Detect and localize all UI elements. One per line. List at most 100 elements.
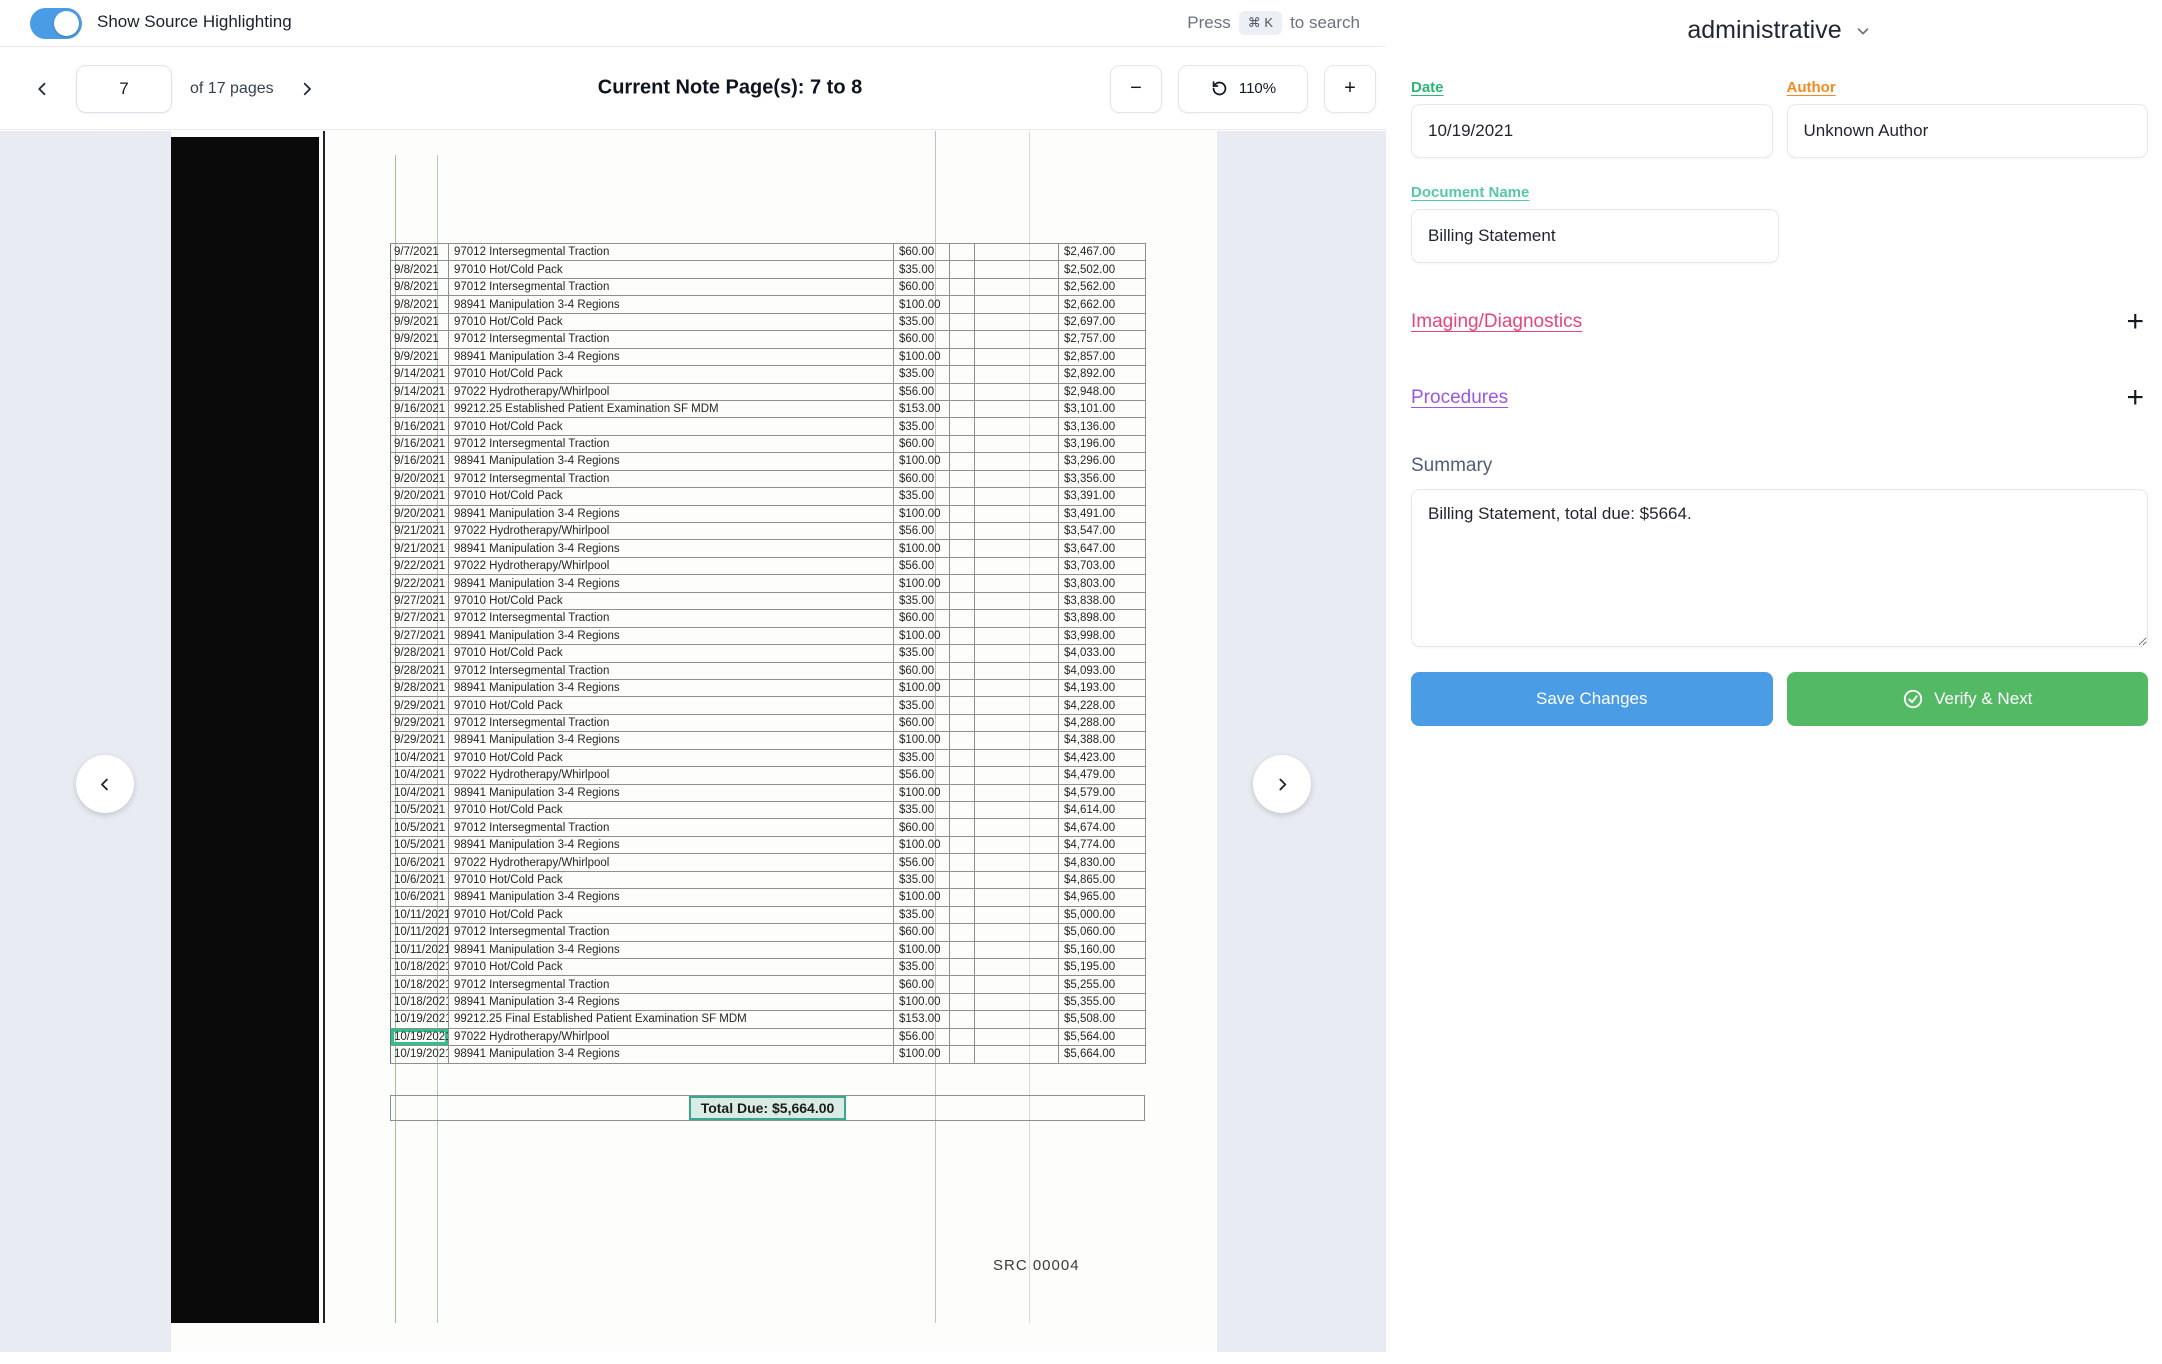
- search-kbd-badge: ⌘ K: [1239, 11, 1282, 35]
- billing-table-row: 9/27/2021 98941 Manipulation 3-4 Regions…: [391, 627, 1146, 644]
- total-due-highlight: Total Due: $5,664.00: [689, 1096, 847, 1120]
- add-procedure-button[interactable]: +: [2122, 383, 2148, 413]
- plus-icon: +: [2126, 305, 2144, 338]
- summary-label: Summary: [1411, 455, 2148, 477]
- author-label: Author: [1787, 79, 2149, 96]
- billing-table-row: 9/14/2021 97010 Hot/Cold Pack $35.00 $2,…: [391, 366, 1146, 383]
- billing-table-row: 10/4/2021 97010 Hot/Cold Pack $35.00 $4,…: [391, 749, 1146, 766]
- document-region: Show Source Highlighting Press ⌘ K to se…: [0, 0, 1386, 1364]
- document-type-dropdown[interactable]: administrative: [1411, 16, 2148, 45]
- billing-table-row: 9/16/2021 97012 Intersegmental Traction …: [391, 435, 1146, 452]
- billing-table-row: 10/5/2021 97010 Hot/Cold Pack $35.00 $4,…: [391, 802, 1146, 819]
- billing-table-row: 10/18/2021 97010 Hot/Cold Pack $35.00 $5…: [391, 958, 1146, 975]
- billing-table-row: 10/19/2021 97022 Hydrotherapy/Whirlpool …: [391, 1028, 1146, 1045]
- action-buttons: Save Changes Verify & Next: [1411, 672, 2148, 726]
- billing-table-row: 10/5/2021 98941 Manipulation 3-4 Regions…: [391, 836, 1146, 853]
- previous-document-button[interactable]: [76, 755, 134, 813]
- billing-table-row: 9/16/2021 99212.25 Established Patient E…: [391, 400, 1146, 417]
- app-root: Show Source Highlighting Press ⌘ K to se…: [0, 0, 2162, 1364]
- total-due-row: Total Due: $5,664.00: [390, 1095, 1145, 1121]
- billing-table-row: 10/6/2021 97010 Hot/Cold Pack $35.00 $4,…: [391, 871, 1146, 888]
- src-stamp: SRC 00004: [993, 1257, 1080, 1274]
- billing-table-row: 9/9/2021 97010 Hot/Cold Pack $35.00 $2,6…: [391, 313, 1146, 330]
- billing-table-row: 9/28/2021 97010 Hot/Cold Pack $35.00 $4,…: [391, 645, 1146, 662]
- zoom-in-button[interactable]: +: [1324, 65, 1376, 113]
- document-viewer: 9/7/2021 97012 Intersegmental Traction $…: [0, 131, 1386, 1352]
- scan-black-edge: [171, 137, 319, 1323]
- source-highlighting-label: Show Source Highlighting: [97, 12, 292, 32]
- billing-table-row: 10/19/2021 98941 Manipulation 3-4 Region…: [391, 1046, 1146, 1063]
- search-hint-prefix: Press: [1187, 13, 1230, 33]
- billing-table-row: 9/21/2021 97022 Hydrotherapy/Whirlpool $…: [391, 523, 1146, 540]
- billing-table-row: 9/22/2021 97022 Hydrotherapy/Whirlpool $…: [391, 557, 1146, 574]
- billing-table-row: 10/18/2021 98941 Manipulation 3-4 Region…: [391, 993, 1146, 1010]
- billing-table-row: 10/11/2021 97010 Hot/Cold Pack $35.00 $5…: [391, 906, 1146, 923]
- procedures-link[interactable]: Procedures: [1411, 387, 1508, 409]
- zoom-level-label: 110%: [1239, 80, 1276, 97]
- next-document-button[interactable]: [1253, 755, 1311, 813]
- document-name-input[interactable]: [1411, 209, 1779, 263]
- verify-next-button[interactable]: Verify & Next: [1787, 672, 2149, 726]
- reset-zoom-icon: [1210, 79, 1229, 98]
- document-name-label: Document Name: [1411, 184, 1779, 201]
- document-name-field-block: Document Name: [1411, 184, 1779, 263]
- zoom-controls: − 110% +: [1110, 47, 1376, 130]
- scan-margin-line: [323, 131, 325, 1323]
- billing-table-row: 10/19/2021 99212.25 Final Established Pa…: [391, 1011, 1146, 1028]
- save-changes-button[interactable]: Save Changes: [1411, 672, 1773, 726]
- page-number-input[interactable]: [76, 65, 172, 113]
- billing-table-row: 9/20/2021 97012 Intersegmental Traction …: [391, 470, 1146, 487]
- page-count-label: of 17 pages: [190, 80, 274, 98]
- billing-table-row: 9/7/2021 97012 Intersegmental Traction $…: [391, 244, 1146, 261]
- search-hint: Press ⌘ K to search: [1187, 11, 1360, 35]
- zoom-out-button[interactable]: −: [1110, 65, 1162, 113]
- billing-table-row: 9/8/2021 97010 Hot/Cold Pack $35.00 $2,5…: [391, 261, 1146, 278]
- page-navigation: of 17 pages: [28, 47, 322, 130]
- billing-table-row: 9/9/2021 98941 Manipulation 3-4 Regions …: [391, 348, 1146, 365]
- viewer-toolbar: of 17 pages Current Note Page(s): 7 to 8…: [0, 47, 1386, 130]
- zoom-reset-button[interactable]: 110%: [1178, 65, 1308, 113]
- billing-table-row: 9/28/2021 98941 Manipulation 3-4 Regions…: [391, 679, 1146, 696]
- chevron-right-icon: [1274, 776, 1291, 793]
- previous-page-button[interactable]: [28, 74, 58, 104]
- billing-table-row: 9/29/2021 97010 Hot/Cold Pack $35.00 $4,…: [391, 697, 1146, 714]
- billing-table-row: 10/6/2021 97022 Hydrotherapy/Whirlpool $…: [391, 854, 1146, 871]
- billing-table-row: 9/8/2021 98941 Manipulation 3-4 Regions …: [391, 296, 1146, 313]
- plus-icon: +: [1344, 77, 1356, 100]
- billing-table-row: 9/22/2021 98941 Manipulation 3-4 Regions…: [391, 575, 1146, 592]
- current-note-pages-title: Current Note Page(s): 7 to 8: [598, 77, 862, 100]
- billing-table-row: 10/11/2021 97012 Intersegmental Traction…: [391, 924, 1146, 941]
- imaging-diagnostics-section: Imaging/Diagnostics +: [1411, 307, 2148, 337]
- summary-textarea[interactable]: Billing Statement, total due: $5664.: [1411, 489, 2148, 647]
- billing-table-row: 9/20/2021 98941 Manipulation 3-4 Regions…: [391, 505, 1146, 522]
- billing-table-row: 9/28/2021 97012 Intersegmental Traction …: [391, 662, 1146, 679]
- next-page-button[interactable]: [292, 74, 322, 104]
- viewer-topbar: Show Source Highlighting Press ⌘ K to se…: [0, 0, 1386, 47]
- billing-table-row: 10/11/2021 98941 Manipulation 3-4 Region…: [391, 941, 1146, 958]
- date-field-block: Date: [1411, 79, 1773, 158]
- billing-table-body: 9/7/2021 97012 Intersegmental Traction $…: [391, 244, 1146, 1064]
- chevron-right-icon: [298, 80, 316, 98]
- chevron-left-icon: [34, 80, 52, 98]
- author-field-block: Author: [1787, 79, 2149, 158]
- billing-table-row: 9/29/2021 97012 Intersegmental Traction …: [391, 714, 1146, 731]
- minus-icon: −: [1130, 77, 1142, 100]
- billing-table-row: 9/16/2021 98941 Manipulation 3-4 Regions…: [391, 453, 1146, 470]
- add-imaging-button[interactable]: +: [2122, 307, 2148, 337]
- billing-table-row: 10/5/2021 97012 Intersegmental Traction …: [391, 819, 1146, 836]
- source-highlighting-toggle[interactable]: [30, 8, 82, 39]
- billing-table-row: 9/9/2021 97012 Intersegmental Traction $…: [391, 331, 1146, 348]
- billing-table-row: 9/21/2021 98941 Manipulation 3-4 Regions…: [391, 540, 1146, 557]
- billing-table-row: 9/27/2021 97010 Hot/Cold Pack $35.00 $3,…: [391, 592, 1146, 609]
- procedures-section: Procedures +: [1411, 383, 2148, 413]
- imaging-diagnostics-link[interactable]: Imaging/Diagnostics: [1411, 311, 1582, 333]
- annotation-panel: administrative Date Author Document Name…: [1386, 0, 2162, 1364]
- author-input[interactable]: [1787, 104, 2149, 158]
- billing-table-row: 10/18/2021 97012 Intersegmental Traction…: [391, 976, 1146, 993]
- billing-table-row: 9/20/2021 97010 Hot/Cold Pack $35.00 $3,…: [391, 488, 1146, 505]
- billing-table-row: 9/29/2021 98941 Manipulation 3-4 Regions…: [391, 732, 1146, 749]
- date-input[interactable]: [1411, 104, 1773, 158]
- billing-table-row: 9/14/2021 97022 Hydrotherapy/Whirlpool $…: [391, 383, 1146, 400]
- meta-fields: Date Author: [1411, 79, 2148, 158]
- billing-table-row: 9/8/2021 97012 Intersegmental Traction $…: [391, 278, 1146, 295]
